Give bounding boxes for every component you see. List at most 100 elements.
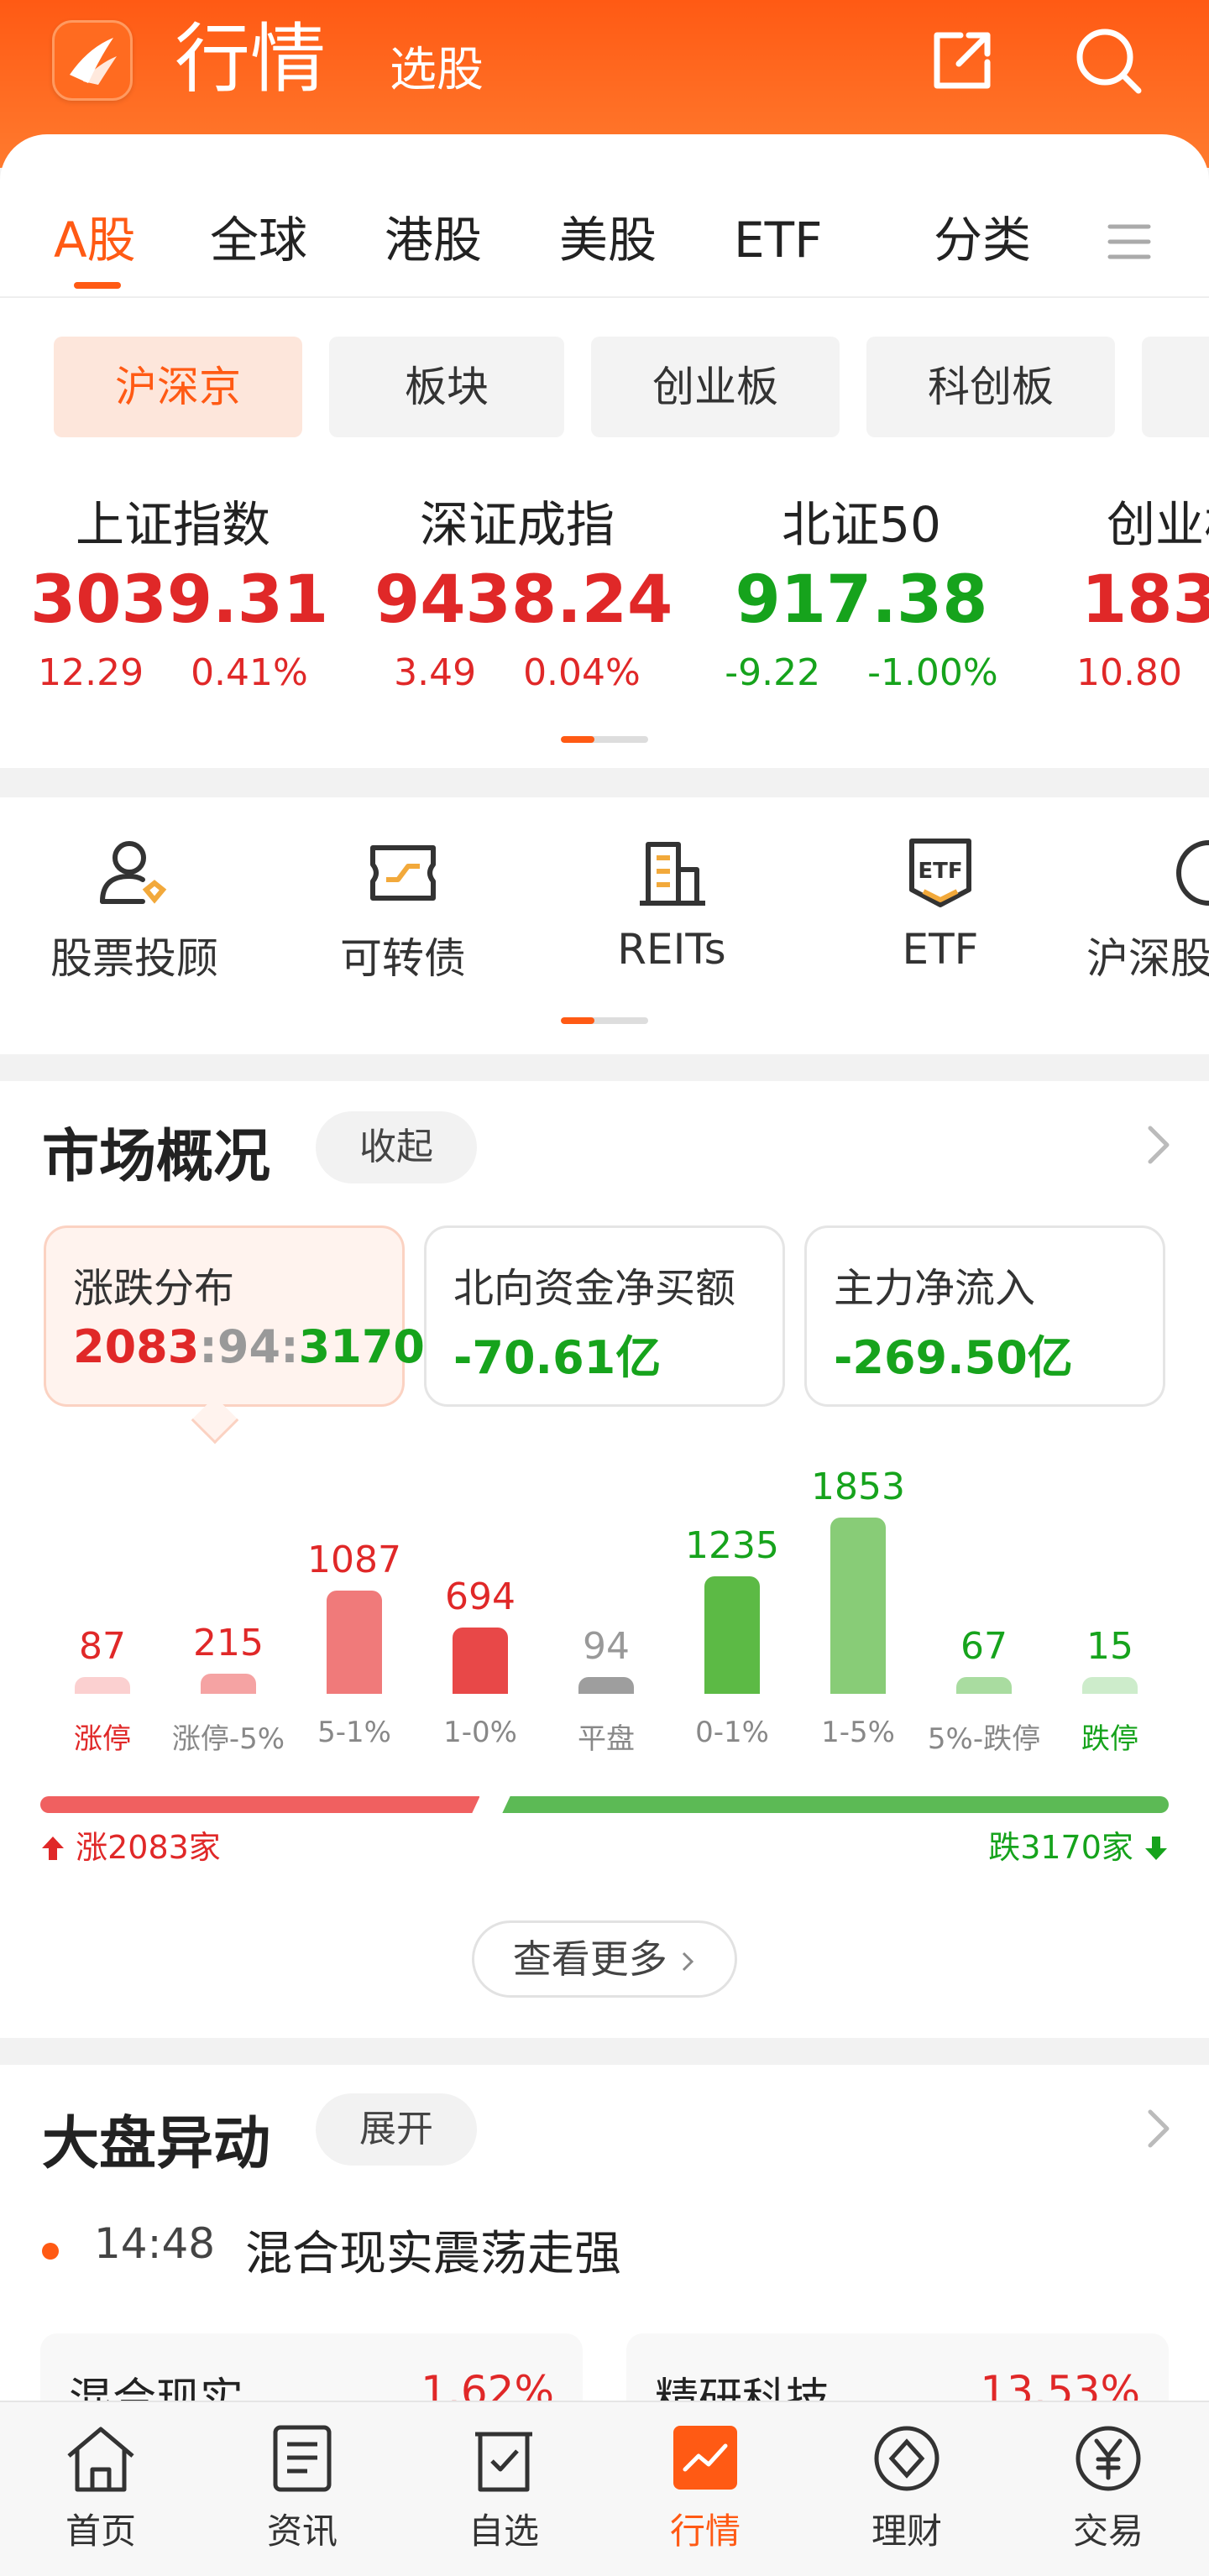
tool-label: 可转债 xyxy=(340,934,466,983)
advisor-icon xyxy=(100,841,167,904)
index-name: 北证50 xyxy=(782,496,941,553)
bar-value-label: 1853 xyxy=(811,1466,905,1508)
stat-northbound-flow[interactable]: 北向资金净买额 -70.61亿 xyxy=(424,1225,785,1407)
chip-shanghai-shenzhen-beijing[interactable]: 沪深京 xyxy=(54,337,302,437)
tool-reits[interactable]: REITs xyxy=(546,831,798,974)
stat-advance-decline[interactable]: 涨跌分布 2083:94:3170 xyxy=(44,1225,425,1407)
tab-category[interactable]: 分类 xyxy=(934,200,1031,280)
chart-bar xyxy=(956,1677,1012,1694)
tool-shortcuts: 股票投顾 可转债 REITs ETF ETF 沪深股 xyxy=(0,797,1209,1054)
bar-value-label: 67 xyxy=(960,1625,1008,1668)
tool-label: ETF xyxy=(902,925,979,974)
nav-market[interactable]: 行情 xyxy=(621,2422,789,2554)
bar-category-label: 涨停-5% xyxy=(171,1722,285,1756)
bar-category-label: 0-1% xyxy=(695,1716,769,1749)
bar-category-label: 涨停 xyxy=(74,1722,131,1756)
index-chinext[interactable]: 创业板指 1834 10.80 xyxy=(1063,491,1209,704)
tool-etf[interactable]: ETF ETF xyxy=(814,831,1066,974)
index-value: 9438.24 xyxy=(374,562,673,638)
stock-picker-link[interactable]: 选股 xyxy=(390,37,484,104)
arrow-up-icon xyxy=(42,1837,64,1860)
chip-star-market[interactable]: 科创板 xyxy=(866,337,1115,437)
index-change: -9.22 -1.00% xyxy=(725,651,998,694)
chevron-right-icon[interactable] xyxy=(1144,2107,1174,2150)
index-change: 10.80 xyxy=(1076,651,1182,694)
stat-value: -269.50亿 xyxy=(834,1331,1073,1384)
collapse-button[interactable]: 收起 xyxy=(316,1111,477,1183)
bar-category-label: 1-5% xyxy=(821,1716,895,1749)
tab-etf[interactable]: ETF xyxy=(734,200,822,280)
index-pager xyxy=(561,736,648,743)
etf-shield-icon: ETF xyxy=(909,839,971,907)
tab-us[interactable]: 美股 xyxy=(559,200,657,280)
tools-pager xyxy=(561,1017,648,1024)
bar-value-label: 1087 xyxy=(307,1539,401,1581)
menu-icon[interactable] xyxy=(1107,223,1152,260)
index-name: 上证指数 xyxy=(75,496,270,553)
movement-text[interactable]: 混合现实震荡走强 xyxy=(245,2216,621,2284)
index-beijing50[interactable]: 北证50 917.38 -9.22 -1.00% xyxy=(719,491,1004,704)
tab-a-shares[interactable]: A股 xyxy=(54,200,136,280)
market-overview: 市场概况 收起 涨跌分布 2083:94:3170 北向资金净买额 -70.61… xyxy=(0,1081,1209,2038)
chip-sectors[interactable]: 板块 xyxy=(329,337,564,437)
tab-overflow-fade xyxy=(887,200,937,280)
index-value: 917.38 xyxy=(735,562,988,638)
share-icon[interactable] xyxy=(924,22,1001,99)
watchlist-icon xyxy=(475,2432,532,2492)
nav-home[interactable]: 首页 xyxy=(17,2422,185,2554)
stat-label: 北向资金净买额 xyxy=(453,1265,736,1312)
advance-count: 涨2083家 xyxy=(40,1821,221,1868)
stat-label: 主力净流入 xyxy=(834,1265,1036,1312)
chip-chinext[interactable]: 创业板 xyxy=(591,337,840,437)
index-shanghai[interactable]: 上证指数 3039.31 12.29 0.41% xyxy=(30,491,328,704)
yuan-icon xyxy=(1076,2426,1141,2491)
tab-hk[interactable]: 港股 xyxy=(385,200,482,280)
tool-stock-advisor[interactable]: 股票投顾 xyxy=(8,831,260,985)
stat-value: 2083:94:3170 xyxy=(73,1320,425,1373)
nav-news[interactable]: 资讯 xyxy=(218,2422,386,2554)
market-chart-icon xyxy=(673,2426,737,2490)
index-value: 1834 xyxy=(1081,562,1209,638)
arrow-down-icon xyxy=(1145,1837,1167,1860)
index-shenzhen[interactable]: 深证成指 9438.24 3.49 0.04% xyxy=(374,491,673,704)
bar-category-label: 5-1% xyxy=(317,1716,391,1749)
chip-overflow[interactable] xyxy=(1142,337,1209,437)
chart-bar xyxy=(201,1674,256,1694)
active-tab-underline xyxy=(74,282,121,289)
svg-text:ETF: ETF xyxy=(918,859,962,884)
chart-bar xyxy=(327,1591,382,1694)
expand-button[interactable]: 展开 xyxy=(316,2093,477,2166)
chart-bar xyxy=(578,1677,634,1694)
tool-label: 沪深股 xyxy=(1086,934,1209,983)
nav-trade[interactable]: 交易 xyxy=(1024,2422,1192,2554)
bar-value-label: 94 xyxy=(583,1625,630,1668)
nav-wealth[interactable]: 理财 xyxy=(823,2422,991,2554)
stat-value: -70.61亿 xyxy=(453,1331,662,1384)
bar-value-label: 694 xyxy=(445,1575,516,1618)
bar-value-label: 215 xyxy=(193,1622,264,1664)
bar-category-label: 5%-跌停 xyxy=(927,1722,1041,1756)
market-movement: 大盘异动 展开 14:48 混合现实震荡走强 混合现实 1.62% 精研科技 1… xyxy=(0,2065,1209,2468)
search-icon[interactable] xyxy=(1070,22,1147,99)
app-logo-icon[interactable] xyxy=(52,20,133,101)
view-more-button[interactable]: 查看更多 xyxy=(472,1920,737,1998)
section-title: 市场概况 xyxy=(42,1124,271,1190)
stat-main-net-inflow[interactable]: 主力净流入 -269.50亿 xyxy=(804,1225,1165,1407)
tool-hs-stock-connect[interactable]: 沪深股 xyxy=(1083,831,1209,985)
section-title: 大盘异动 xyxy=(42,2111,271,2177)
bar-value-label: 87 xyxy=(79,1625,126,1668)
nav-watchlist[interactable]: 自选 xyxy=(420,2422,588,2554)
tool-label: REITs xyxy=(617,925,726,974)
wealth-icon xyxy=(874,2426,939,2491)
chevron-right-icon[interactable] xyxy=(1144,1123,1174,1167)
index-change: 3.49 0.04% xyxy=(394,651,641,694)
chart-bar xyxy=(1082,1677,1138,1694)
chart-bar xyxy=(75,1677,130,1694)
home-icon xyxy=(67,2427,134,2492)
decline-segment xyxy=(501,1796,1169,1813)
tool-convertible-bonds[interactable]: 可转债 xyxy=(277,831,529,985)
tab-global[interactable]: 全球 xyxy=(210,200,307,280)
bar-value-label: 1235 xyxy=(685,1524,779,1567)
chart-bar xyxy=(453,1628,508,1694)
connect-icon xyxy=(1176,840,1209,906)
